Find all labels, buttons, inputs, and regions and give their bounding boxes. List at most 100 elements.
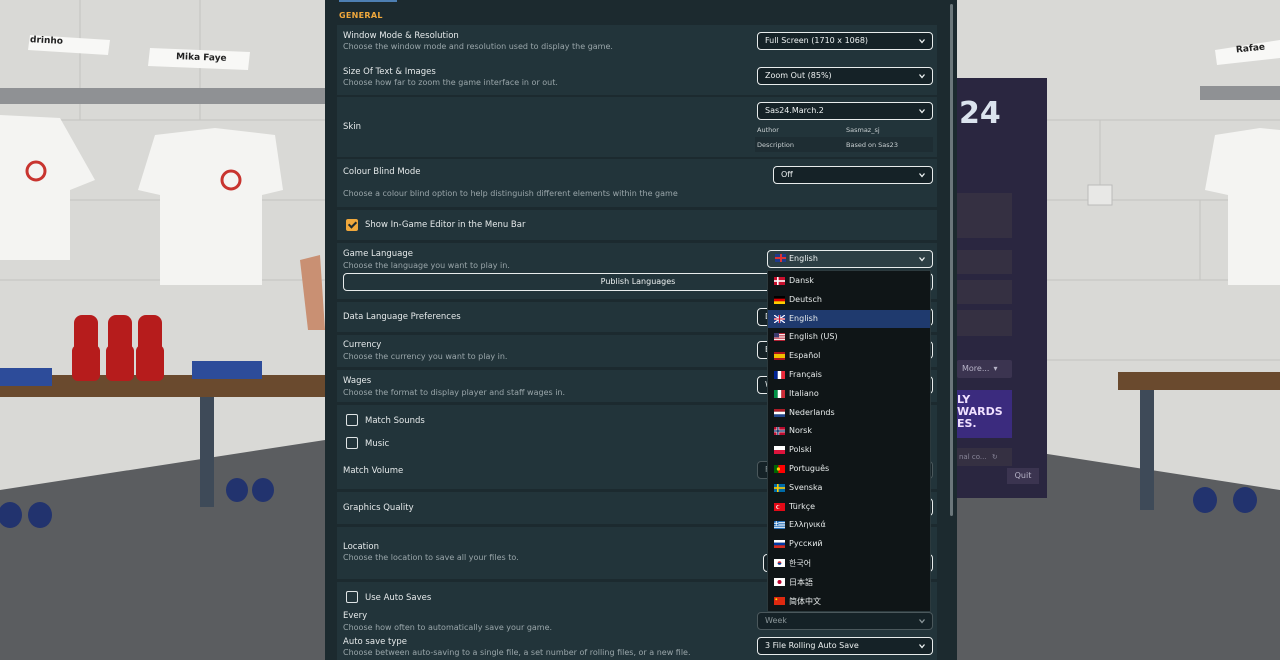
auto-save-type-value: 3 File Rolling Auto Save [765, 641, 859, 650]
more-button[interactable]: More... ▾ [957, 360, 1012, 378]
tr-flag-icon [774, 502, 785, 511]
cn-flag-icon [774, 596, 785, 605]
every-dropdown[interactable]: Week [757, 612, 933, 630]
year-badge: 24 [959, 96, 1001, 131]
language-option[interactable]: English [768, 309, 930, 329]
us-flag-icon [774, 333, 785, 342]
language-option-label: Nederlands [789, 407, 835, 417]
auto-save-type-dropdown[interactable]: 3 File Rolling Auto Save [757, 637, 933, 655]
language-option-label: Türkçe [789, 501, 816, 511]
language-option[interactable]: English (US) [768, 328, 930, 347]
gr-flag-icon [774, 521, 785, 530]
uk-flag-icon [775, 254, 786, 262]
chevron-down-icon [919, 74, 925, 79]
skin-author-key: Author [757, 126, 779, 134]
jp-flag-icon [774, 577, 785, 586]
zoom-dropdown[interactable]: Zoom Out (85%) [757, 67, 933, 85]
language-option[interactable]: Español [768, 347, 930, 366]
language-option-label: 日本語 [789, 577, 813, 587]
in-game-editor-checkbox[interactable] [346, 219, 358, 231]
fr-flag-icon [774, 371, 785, 379]
language-option-label: Italiano [789, 388, 819, 398]
active-tab-indicator [339, 0, 397, 2]
refresh-icon: ↻ [991, 453, 998, 461]
language-option[interactable]: Deutsch [768, 291, 930, 310]
language-option[interactable]: Svenska [768, 479, 930, 498]
currency-label: Currency [343, 340, 382, 350]
location-desc: Choose the location to save all your fil… [343, 553, 519, 562]
language-option[interactable]: Ελληνικά [768, 516, 930, 535]
language-option[interactable]: Русский [768, 535, 930, 554]
music-checkbox[interactable] [346, 437, 358, 449]
window-mode-desc: Choose the window mode and resolution us… [343, 42, 613, 51]
background-field-placeholder: nal co... [959, 453, 987, 461]
skin-description-value: Based on Sas23 [846, 141, 898, 149]
chevron-down-icon [919, 39, 925, 44]
nameplate-2: Mika Faye [175, 52, 227, 64]
quit-label: Quit [1014, 471, 1032, 480]
language-option-label: Español [789, 351, 821, 361]
language-option-label: Português [789, 464, 830, 473]
language-option-label: English (US) [789, 332, 838, 342]
se-flag-icon [774, 483, 785, 492]
language-option[interactable]: 简体中文 [768, 592, 930, 611]
ru-flag-icon [774, 540, 785, 549]
language-dropdown-menu: Dansk Deutsch English English (US) Español Fr… [767, 270, 931, 612]
skin-value: Sas24.March.2 [765, 106, 824, 115]
skin-author-value: Sasmaz_sj [846, 126, 880, 134]
colour-blind-dropdown[interactable]: Off [773, 166, 933, 184]
match-sounds-checkbox[interactable] [346, 414, 358, 426]
language-option[interactable]: Norsk [768, 422, 930, 441]
window-mode-label: Window Mode & Resolution [343, 31, 459, 41]
colour-blind-label: Colour Blind Mode [343, 167, 421, 177]
currency-desc: Choose the currency you want to play in. [343, 352, 508, 361]
de-flag-icon [774, 295, 785, 304]
language-option[interactable]: Português [768, 460, 930, 479]
skin-dropdown[interactable]: Sas24.March.2 [757, 102, 933, 120]
language-option-label: 한국어 [789, 559, 812, 568]
language-option-label: Ελληνικά [789, 520, 826, 530]
skin-label: Skin [343, 122, 362, 132]
window-mode-value: Full Screen (1710 x 1068) [765, 36, 869, 45]
game-language-dropdown[interactable]: English [767, 250, 933, 268]
window-mode-dropdown[interactable]: Full Screen (1710 x 1068) [757, 32, 933, 50]
pt-flag-icon [774, 465, 785, 473]
wages-desc: Choose the format to display player and … [343, 388, 566, 397]
promo-poster: LY WARDS ES. [957, 390, 1012, 438]
gb-flag-icon [774, 314, 785, 323]
more-label: More... [962, 364, 990, 373]
background-side-menu: 24 More... ▾ LY WARDS ES. nal co... ↻ Qui… [957, 78, 1047, 498]
it-flag-icon [774, 389, 785, 398]
auto-save-type-label: Auto save type [343, 637, 408, 647]
language-option[interactable]: Polski [768, 441, 930, 460]
location-label: Location [343, 542, 379, 552]
language-option-label: Русский [789, 539, 823, 549]
zoom-row: Size Of Text & Images Choose how far to … [337, 61, 937, 95]
chevron-down-icon [919, 173, 925, 178]
every-desc: Choose how often to automatically save y… [343, 623, 553, 632]
language-option[interactable]: 日本語 [768, 573, 930, 592]
poster-line-3: ES. [957, 417, 977, 430]
auto-save-type-desc: Choose between auto-saving to a single f… [343, 648, 691, 657]
language-option-label: Français [789, 370, 822, 379]
language-option[interactable]: Türkçe [768, 498, 930, 517]
auto-saves-checkbox[interactable] [346, 591, 358, 603]
nl-flag-icon [774, 408, 785, 417]
language-option-label: Norsk [789, 426, 812, 436]
chevron-down-icon [919, 257, 925, 262]
window-mode-row: Window Mode & Resolution Choose the wind… [337, 25, 937, 61]
language-option[interactable]: Français [768, 366, 930, 385]
language-option[interactable]: 한국어 [768, 554, 930, 573]
colour-blind-desc: Choose a colour blind option to help dis… [343, 189, 678, 198]
game-language-label: Game Language [343, 249, 413, 259]
background-field[interactable]: nal co... ↻ [957, 448, 1012, 466]
match-sounds-label: Match Sounds [365, 416, 425, 426]
scrollbar[interactable] [950, 4, 953, 516]
language-option[interactable]: Dansk [768, 272, 930, 291]
graphics-label: Graphics Quality [343, 503, 414, 513]
quit-button[interactable]: Quit [1007, 468, 1039, 484]
nameplate-1: drinho [29, 35, 64, 47]
language-option[interactable]: Nederlands [768, 404, 930, 423]
language-option[interactable]: Italiano [768, 385, 930, 404]
chevron-down-icon [919, 644, 925, 649]
